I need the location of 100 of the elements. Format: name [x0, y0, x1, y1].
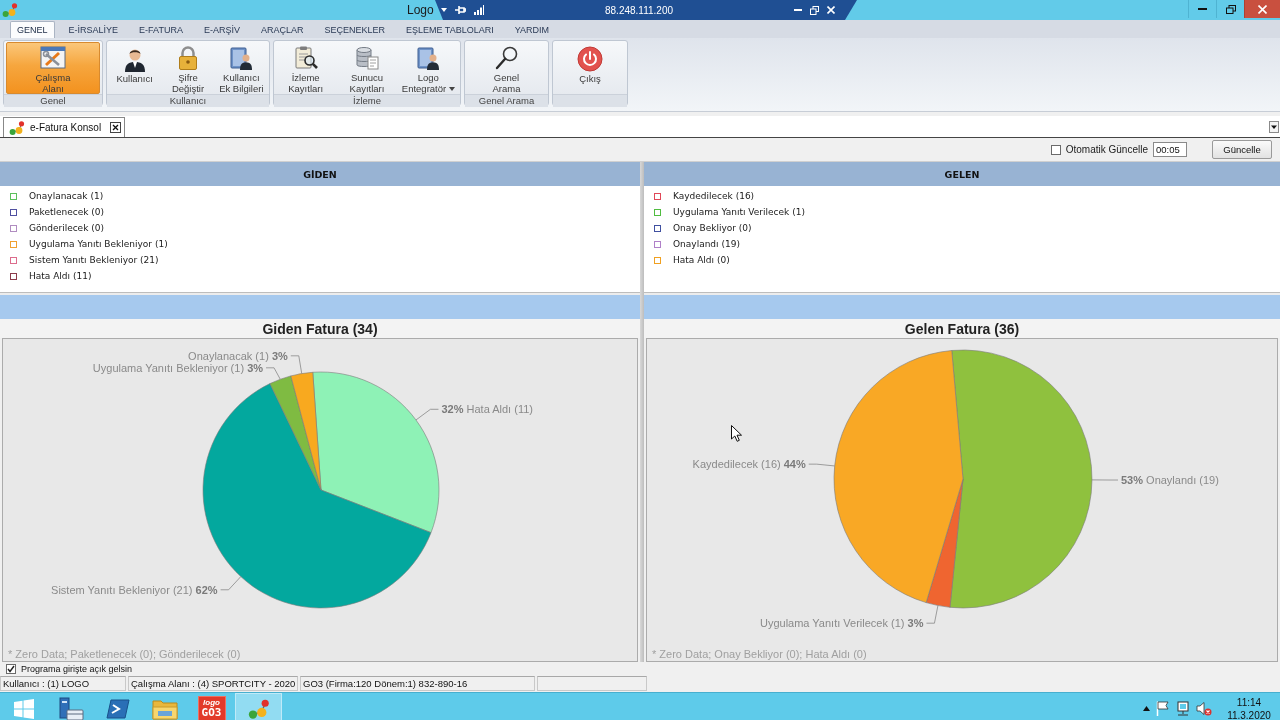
tray-arrow-icon[interactable]	[1143, 706, 1150, 711]
ribbon-button[interactable]: Kullanıcı Ek Bilgileri	[215, 42, 267, 94]
refresh-button[interactable]: Güncelle	[1212, 140, 1272, 159]
interval-field[interactable]: 00:05	[1153, 142, 1187, 157]
ribbon-tab[interactable]: E-İRSALİYE	[61, 21, 126, 38]
group-label: Genel Arama	[478, 95, 535, 106]
window-tools-icon	[40, 45, 66, 71]
close-button[interactable]	[1244, 0, 1280, 18]
document-tab-label: e-Fatura Konsol	[30, 122, 102, 133]
status-item[interactable]: Paketlenecek (0)	[29, 207, 105, 217]
minimize-icon	[1198, 8, 1207, 10]
ribbon-button[interactable]: Kullanıcı	[109, 42, 161, 94]
leader-line	[808, 463, 836, 467]
power-icon	[577, 45, 603, 72]
status-item[interactable]: Sistem Yanıtı Bekleniyor (21)	[29, 255, 159, 265]
status-item[interactable]: Onay Bekliyor (0)	[673, 223, 752, 233]
slice-label: Uygulama Yanıtı Verilecek (1) 3%	[760, 617, 924, 630]
logo-word: logo	[203, 699, 220, 707]
status-bar-cell: Kullanıcı : (1) LOGO	[0, 676, 126, 691]
remote-address: 88.248.111.200	[604, 4, 674, 16]
status-item[interactable]: Kaydedilecek (16)	[673, 191, 755, 201]
chart-footnote: * Zero Data; Paketlenecek (0); Gönderilecek (0)	[7, 647, 241, 661]
slice-label: Sistem Yanıtı Bekleniyor (21) 62%	[51, 583, 218, 596]
panel-title: GİDEN	[303, 168, 337, 180]
mouse-pointer-icon	[731, 425, 742, 442]
ribbon-button[interactable]: Çıkış	[555, 42, 625, 94]
taskbar-button[interactable]: logo GO3	[188, 693, 235, 720]
chart-title: Giden Fatura (34)	[262, 320, 378, 337]
leader-line	[220, 576, 242, 591]
group-label: Genel	[40, 95, 66, 106]
clock[interactable]: 11:14 11.3.2020	[1226, 695, 1272, 720]
app-logo-icon	[2, 2, 18, 18]
ribbon-button[interactable]: İzleme Kayıtları	[276, 42, 336, 94]
windows-logo-icon	[12, 697, 35, 720]
search-icon	[493, 45, 520, 71]
pin-icon[interactable]	[455, 5, 466, 15]
book-with-user-icon	[415, 45, 442, 71]
ribbon-button[interactable]: Genel Arama	[467, 42, 546, 94]
slice-label: Onaylanacak (1) 3%	[188, 349, 288, 362]
checkbox-label: Otomatik Güncelle	[1065, 144, 1148, 155]
network-icon[interactable]	[1175, 701, 1190, 716]
folder-icon	[151, 697, 178, 720]
slice-label: 32% Hata Aldı (11)	[441, 403, 533, 416]
slice-label: 53% Onaylandı (19)	[1121, 474, 1219, 487]
ribbon-tab[interactable]: EŞLEME TABLOLARI	[398, 21, 501, 38]
leader-line	[290, 355, 303, 374]
leader-line	[1091, 479, 1119, 481]
restore-icon	[1225, 4, 1236, 14]
clock-time: 11:14	[1236, 695, 1262, 709]
close-icon[interactable]	[110, 122, 122, 133]
clipboard-magnifier-icon	[292, 45, 319, 71]
logo-code: GO3	[201, 707, 222, 718]
colored-balls-icon	[9, 119, 25, 136]
window-title: Logo	[407, 3, 434, 17]
restore-icon[interactable]	[810, 5, 819, 15]
ribbon-button[interactable]: Sunucu Kayıtları	[337, 42, 397, 94]
signal-icon	[474, 5, 484, 15]
group-label: Kullanıcı	[169, 95, 207, 106]
ribbon-button[interactable]: Logo Entegratör	[398, 42, 458, 94]
status-item[interactable]: Gönderilecek (0)	[29, 223, 104, 233]
leader-line	[926, 605, 939, 624]
group-label: İzleme	[353, 95, 381, 106]
caret-icon[interactable]	[441, 8, 447, 12]
document-tab[interactable]: e-Fatura Konsol	[3, 117, 126, 137]
ribbon-tab[interactable]: E-ARŞİV	[196, 21, 247, 38]
leader-line	[415, 408, 439, 421]
status-bar-cell: Çalışma Alanı : (4) SPORTCITY - 2020	[128, 676, 298, 691]
clock-date: 11.3.2020	[1227, 708, 1271, 720]
status-item[interactable]: Onaylandı (19)	[673, 239, 740, 249]
status-bar-cell: GO3 (Firma:120 Dönem:1) 832-890-16	[300, 676, 535, 691]
checkbox[interactable]	[6, 664, 16, 674]
ribbon-tab[interactable]: SEÇENEKLER	[317, 21, 392, 38]
chart-footnote: * Zero Data; Onay Bekliyor (0); Hata Aldı (0)	[651, 647, 867, 661]
status-item[interactable]: Uygulama Yanıtı Verilecek (1)	[673, 207, 805, 217]
status-item[interactable]: Uygulama Yanıtı Bekleniyor (1)	[29, 239, 168, 249]
speaker-muted-icon[interactable]	[1196, 701, 1212, 716]
ribbon-tab[interactable]: YARDIM	[507, 21, 556, 38]
ribbon-tab[interactable]: E-FATURA	[132, 21, 190, 38]
leader-line	[265, 367, 281, 380]
slice-label: Uygulama Yanıtı Bekleniyor (1) 3%	[92, 361, 264, 374]
flag-icon[interactable]	[1156, 701, 1169, 716]
chart-title: Gelen Fatura (36)	[904, 320, 1020, 337]
database-document-icon	[354, 45, 380, 71]
ribbon-button[interactable]: Çalışma Alanı	[6, 42, 100, 94]
status-item[interactable]: Hata Aldı (11)	[29, 271, 92, 281]
ribbon-tab[interactable]: ARAÇLAR	[253, 21, 311, 38]
colored-balls-icon	[247, 697, 270, 720]
ribbon-button[interactable]: Şifre Değiştir	[162, 42, 214, 94]
checkbox[interactable]	[1050, 144, 1061, 155]
status-item[interactable]: Onaylanacak (1)	[29, 191, 104, 201]
book-with-user-icon	[228, 45, 255, 71]
server-toolbox-icon	[57, 696, 84, 720]
ribbon-tab[interactable]: GENEL	[10, 21, 55, 38]
status-item[interactable]: Hata Aldı (0)	[673, 255, 730, 265]
terminal-prompt-icon	[105, 698, 130, 719]
panel-title: GELEN	[944, 168, 980, 180]
checkbox-label: Programa girişte açık gelsin	[21, 664, 133, 674]
taskbar-button[interactable]	[235, 693, 282, 720]
slice-label: Kaydedilecek (16) 44%	[692, 458, 806, 471]
close-icon	[1258, 4, 1267, 14]
